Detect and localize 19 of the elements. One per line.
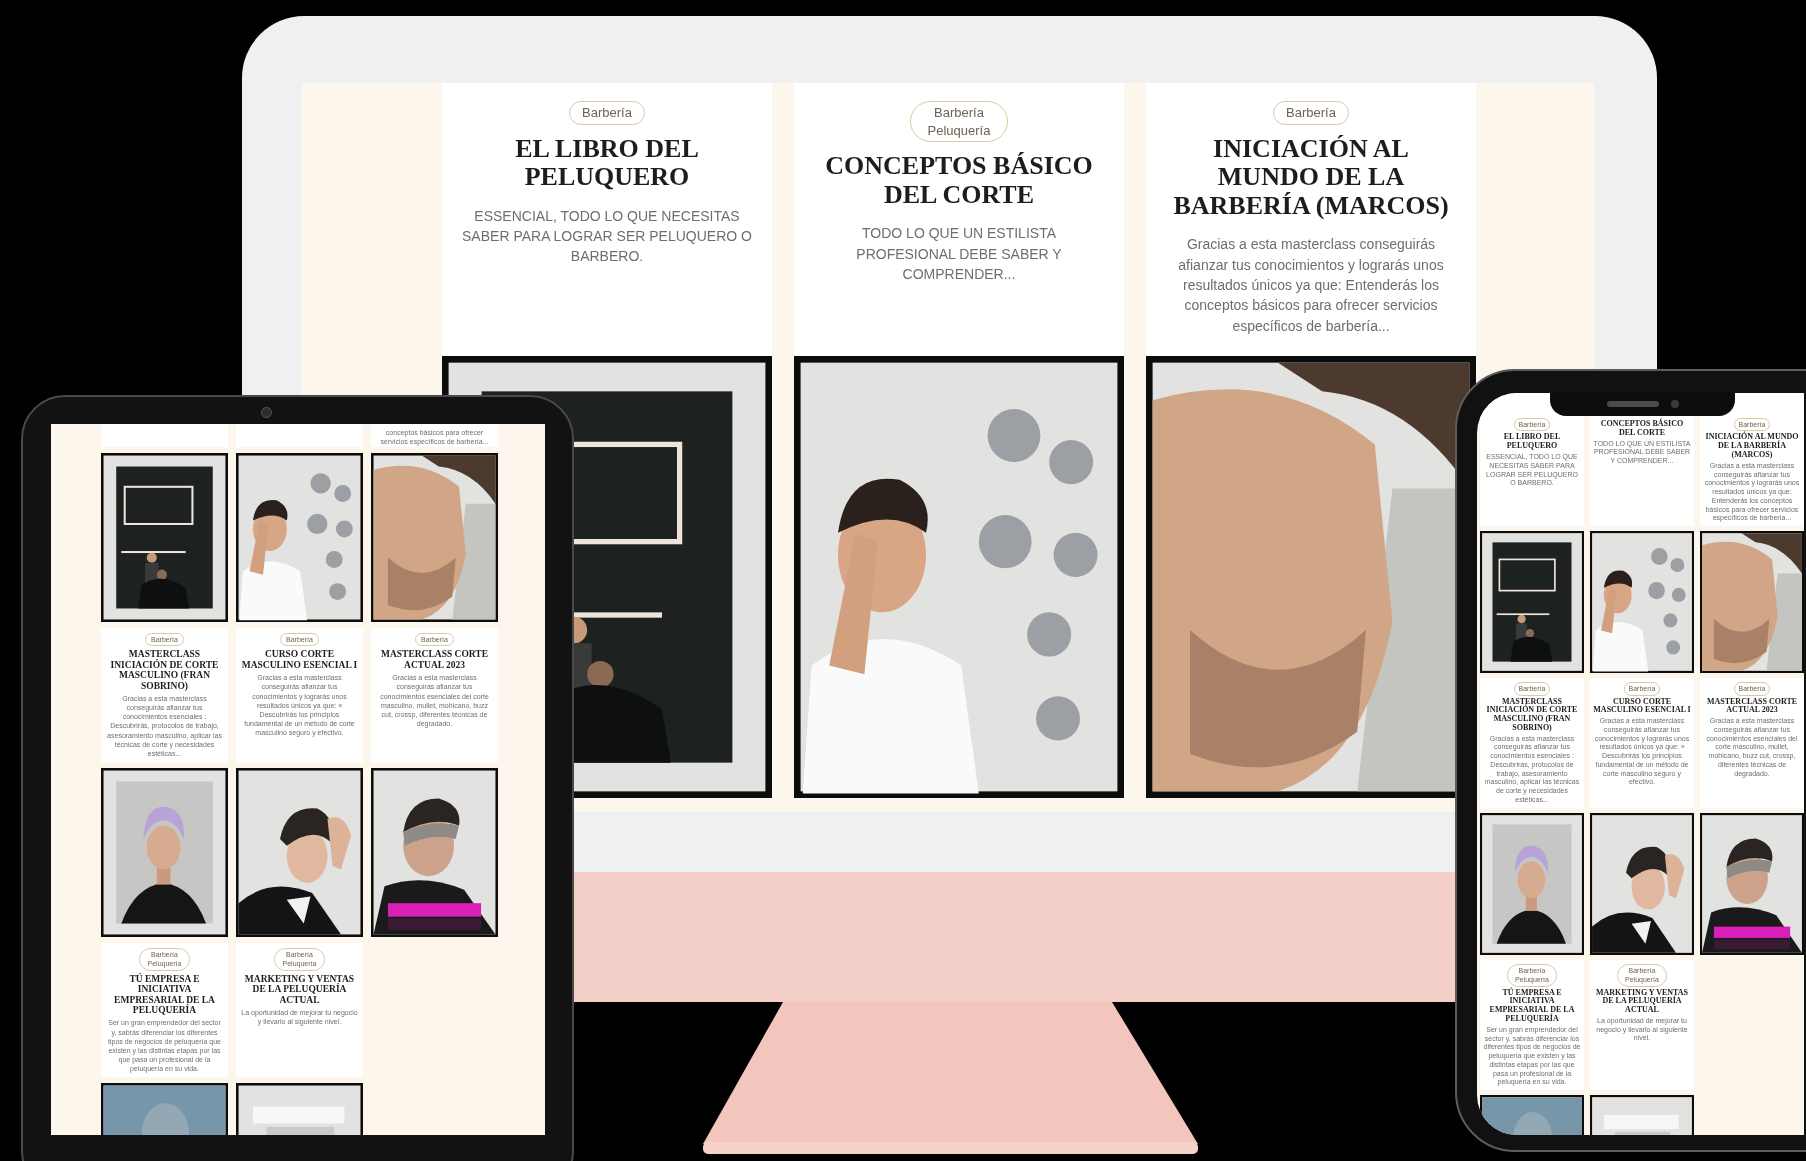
course-title[interactable]: CONCEPTOS BÁSICO DEL CORTE — [1593, 420, 1691, 438]
course-title[interactable]: MARKETING Y VENTAS DE LA PELUQUERÍA ACTUAL — [240, 973, 359, 1006]
course-title[interactable]: INICIACIÓN AL MUNDO DE LA BARBERÍA (MARCOS) — [1703, 433, 1801, 460]
camera-icon — [261, 407, 272, 418]
course-description: ESSENCIAL, TODO LO QUE NECESITAS SABER PARA LOGRAR SER PELUQUERO O BARBERO. — [461, 206, 753, 267]
course-title[interactable]: MARKETING Y VENTAS DE LA PELUQUERÍA ACTUAL — [1593, 988, 1691, 1015]
course-title[interactable]: MASTERCLASS CORTE ACTUAL 2023 — [1703, 697, 1801, 716]
course-title[interactable]: EL LIBRO DEL PELUQUERO — [460, 134, 754, 192]
course-title[interactable]: CONCEPTOS BÁSICO DEL CORTE — [812, 152, 1106, 210]
course-title[interactable]: MASTERCLASS INICIACIÓN DE CORTE MASCULINO (FRAN SOBRINO) — [105, 649, 224, 692]
course-title[interactable]: TÚ EMPRESA E INICIATIVA EMPRESARIAL DE LA PELUQUERÍA — [105, 973, 224, 1016]
course-title[interactable]: EL LIBRO DEL PELUQUERO — [1483, 433, 1581, 452]
course-description: TODO LO QUE UN ESTILISTA PROFESIONAL DEBE SABER Y COMPRENDER... — [855, 224, 1063, 284]
course-title[interactable]: TÚ EMPRESA E INICIATIVA EMPRESARIAL DE LA PELUQUERÍA — [1483, 988, 1581, 1024]
course-title[interactable]: CURSO CORTE MASCULINO ESENCIAL I — [240, 649, 359, 671]
course-title[interactable]: CURSO CORTE MASCULINO ESENCIAL I — [1593, 697, 1691, 716]
course-title[interactable]: MASTERCLASS INICIACIÓN DE CORTE MASCULINO (FRAN SOBRINO) — [1483, 697, 1581, 733]
course-description: Gracias a esta masterclass conseguirás afianzar tus conocimientos y lograrás unos resultados únicos ya que: Entenderás los conceptos básicos para ofrecer servicios específicos de barbería... — [1177, 235, 1445, 336]
course-title[interactable]: INICIACIÓN AL MUNDO DE LA BARBERÍA (MARCOS) — [1164, 134, 1458, 221]
